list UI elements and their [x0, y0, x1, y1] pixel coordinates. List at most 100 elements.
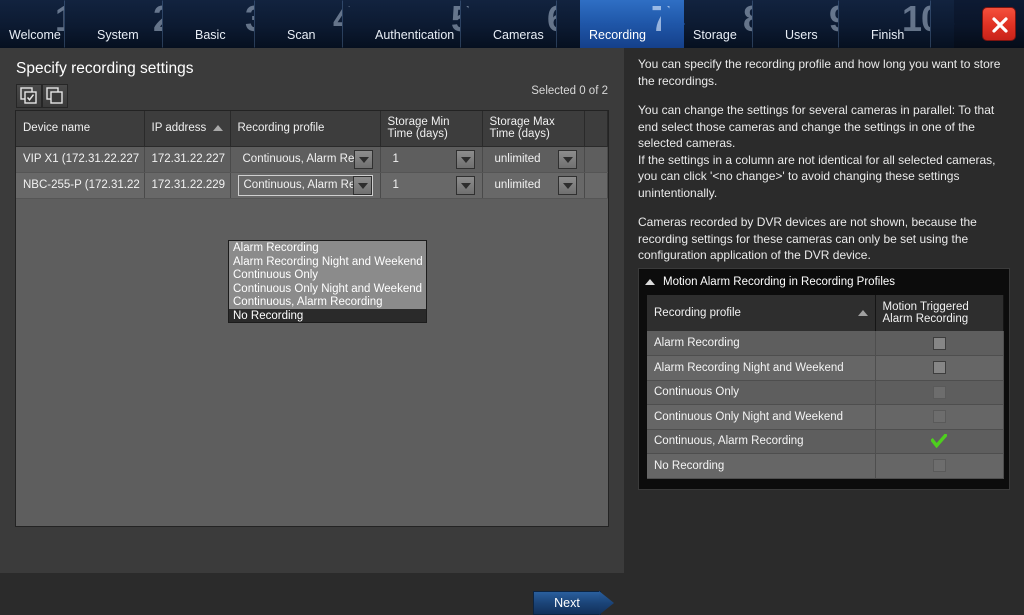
- motion-alarm-checkbox-cell: [875, 331, 1004, 356]
- dropdown-option[interactable]: Alarm Recording Night and Weekend: [229, 255, 426, 269]
- wizard-step-finish[interactable]: 10 Finish: [862, 0, 954, 48]
- recording-profile-select-cell: Continuous, Alarm Re: [230, 146, 381, 173]
- chevron-down-icon[interactable]: [557, 149, 577, 169]
- motion-alarm-panel-title: Motion Alarm Recording in Recording Prof…: [663, 276, 896, 288]
- wizard-step-label: Users: [785, 28, 818, 42]
- grid-column-header[interactable]: Recording profile: [230, 111, 381, 147]
- table-row[interactable]: Continuous Only Night and Weekend: [647, 404, 1004, 430]
- dropdown-option[interactable]: No Recording: [229, 308, 426, 322]
- storage-max-select[interactable]: unlimited: [490, 149, 577, 170]
- grid-column-header[interactable]: Storage Max Time (days): [482, 111, 585, 147]
- dropdown-option[interactable]: Continuous Only Night and Weekend: [229, 282, 426, 296]
- wizard-step-cameras[interactable]: 6 Cameras: [484, 0, 580, 48]
- wizard-step-scan[interactable]: 4 Scan: [278, 0, 366, 48]
- wizard-step-label: Storage: [693, 28, 737, 42]
- help-paragraph: If the settings in a column are not iden…: [638, 152, 996, 200]
- storage-min-select-cell: 1: [380, 172, 483, 199]
- storage-min-select-value: 1: [392, 179, 399, 191]
- motion-alarm-checkbox-cell: [875, 355, 1004, 381]
- row-spacer-cell: [584, 146, 608, 173]
- help-paragraph: Cameras recorded by DVR devices are not …: [638, 215, 977, 262]
- motion-alarm-panel-header[interactable]: Motion Alarm Recording in Recording Prof…: [639, 269, 1009, 295]
- grid-column-header[interactable]: IP address: [144, 111, 231, 147]
- storage-min-select[interactable]: 1: [388, 149, 475, 170]
- storage-max-select[interactable]: unlimited: [490, 175, 577, 196]
- help-paragraph: You can change the settings for several …: [638, 103, 995, 150]
- chevron-down-icon[interactable]: [352, 175, 372, 195]
- wizard-step-users[interactable]: 9 Users: [776, 0, 862, 48]
- wizard-step-label: Finish: [871, 28, 905, 42]
- row-spacer-cell: [584, 172, 608, 199]
- checkbox: [932, 410, 946, 424]
- profile-name-cell: Continuous, Alarm Recording: [647, 429, 876, 454]
- table-row[interactable]: Alarm Recording Night and Weekend: [647, 355, 1004, 381]
- checkbox[interactable]: [932, 361, 946, 375]
- grid-column-label: Storage Max Time (days): [489, 116, 555, 141]
- profile-column-header[interactable]: Motion Triggered Alarm Recording: [875, 295, 1004, 331]
- next-button[interactable]: Next: [533, 591, 601, 615]
- chevron-down-icon[interactable]: [455, 149, 475, 169]
- profile-name-cell: Alarm Recording Night and Weekend: [647, 355, 876, 381]
- storage-min-select[interactable]: 1: [388, 175, 475, 196]
- close-icon[interactable]: [982, 7, 1016, 41]
- chevron-down-icon[interactable]: [455, 175, 475, 195]
- checkmark-icon[interactable]: [930, 433, 948, 449]
- wizard-step-number: 8: [742, 0, 763, 39]
- storage-min-select-cell: 1: [380, 146, 483, 173]
- wizard-step-number: 7: [650, 0, 671, 39]
- storage-max-select-value: unlimited: [494, 153, 541, 165]
- wizard-step-label: Cameras: [493, 28, 544, 42]
- motion-alarm-checkbox-cell: [875, 429, 1004, 454]
- motion-alarm-checkbox-cell: [875, 404, 1004, 430]
- table-row[interactable]: NBC-255-P (172.31.22 172.31.22.229 Continu…: [16, 172, 608, 199]
- grid-column-header[interactable]: Device name: [16, 111, 145, 147]
- device-name-cell: NBC-255-P (172.31.22: [16, 172, 145, 199]
- table-row[interactable]: No Recording: [647, 453, 1004, 479]
- profile-name-cell: Alarm Recording: [647, 331, 876, 356]
- ip-address-cell: 172.31.22.229: [144, 172, 231, 199]
- dropdown-option[interactable]: Alarm Recording: [229, 241, 426, 255]
- chevron-down-icon[interactable]: [557, 175, 577, 195]
- copy-to-all-button[interactable]: [42, 84, 68, 108]
- copy-to-selected-button[interactable]: [16, 84, 42, 108]
- grid-column-label: Storage Min Time (days): [387, 116, 450, 141]
- profile-column-header[interactable]: Recording profile: [647, 295, 876, 331]
- grid-column-header[interactable]: Storage Min Time (days): [380, 111, 483, 147]
- chevron-up-icon: [645, 279, 655, 285]
- grid-column-label: Device name: [23, 122, 91, 135]
- table-row[interactable]: Continuous, Alarm Recording: [647, 429, 1004, 454]
- storage-max-select-cell: unlimited: [482, 146, 585, 173]
- page-title: Specify recording settings: [16, 60, 194, 77]
- checkbox[interactable]: [932, 336, 946, 350]
- dropdown-option[interactable]: Continuous, Alarm Recording: [229, 295, 426, 309]
- profile-name-cell: No Recording: [647, 453, 876, 479]
- dropdown-option[interactable]: Continuous Only: [229, 268, 426, 282]
- wizard-step-storage[interactable]: 8 Storage: [684, 0, 776, 48]
- storage-max-select-cell: unlimited: [482, 172, 585, 199]
- wizard-step-system[interactable]: 2 System: [88, 0, 186, 48]
- profile-name-cell: Continuous Only Night and Weekend: [647, 404, 876, 430]
- wizard-step-number: 2: [152, 0, 173, 39]
- grid-column-spacer: [584, 111, 608, 147]
- wizard-step-label: Authentication: [375, 28, 455, 42]
- table-row[interactable]: Alarm Recording: [647, 331, 1004, 356]
- wizard-step-number: 3: [244, 0, 265, 39]
- selected-count-label: Selected 0 of 2: [531, 85, 608, 97]
- wizard-step-number: 6: [546, 0, 567, 39]
- chevron-down-icon[interactable]: [353, 149, 373, 169]
- grid-column-label: IP address: [151, 122, 207, 135]
- recording-profile-dropdown-list[interactable]: Alarm Recording Alarm Recording Night and…: [228, 240, 427, 323]
- wizard-step-welcome[interactable]: 1 Welcome: [0, 0, 88, 48]
- wizard-step-label: System: [97, 28, 139, 42]
- table-row[interactable]: VIP X1 (172.31.22.227 172.31.22.227 Contin…: [16, 146, 608, 173]
- storage-min-select-value: 1: [392, 153, 399, 165]
- recording-profile-select[interactable]: Continuous, Alarm Re: [237, 174, 373, 196]
- wizard-step-recording[interactable]: 7 Recording: [580, 0, 684, 48]
- recording-profile-select-value: Continuous, Alarm Re: [242, 153, 354, 165]
- grid-column-label: Recording profile: [237, 122, 325, 135]
- sort-ascending-icon: [212, 125, 223, 132]
- table-row[interactable]: Continuous Only: [647, 380, 1004, 405]
- wizard-step-basic[interactable]: 3 Basic: [186, 0, 278, 48]
- recording-profile-select[interactable]: Continuous, Alarm Re: [238, 149, 373, 170]
- wizard-step-authentication[interactable]: 5 Authentication: [366, 0, 484, 48]
